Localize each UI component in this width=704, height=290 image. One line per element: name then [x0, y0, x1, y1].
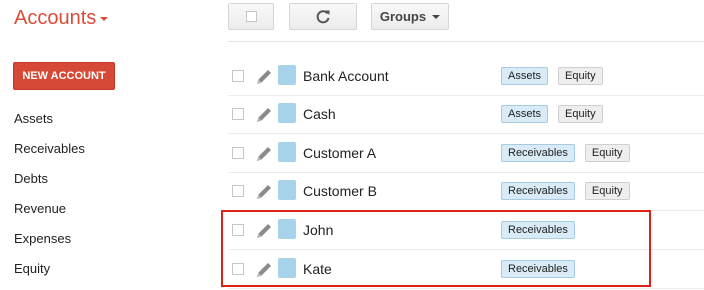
- caret-down-icon: [432, 14, 441, 19]
- tag-equity[interactable]: Equity: [558, 105, 603, 123]
- groups-label: Groups: [379, 9, 427, 24]
- sidebar-item-expenses[interactable]: Expenses: [14, 231, 71, 247]
- row-checkbox[interactable]: [232, 108, 244, 120]
- header-divider: [228, 41, 704, 42]
- row-checkbox[interactable]: [232, 70, 244, 82]
- tag-receivables[interactable]: Receivables: [501, 144, 575, 162]
- color-swatch: [278, 65, 296, 85]
- pencil-icon[interactable]: [254, 144, 274, 164]
- sidebar-item-equity[interactable]: Equity: [14, 261, 50, 277]
- sidebar-item-receivables[interactable]: Receivables: [14, 141, 85, 157]
- highlight-annotation-box: [221, 210, 651, 287]
- new-account-button[interactable]: NEW ACCOUNT: [13, 62, 115, 90]
- tag-assets[interactable]: Assets: [501, 67, 549, 85]
- color-swatch: [278, 180, 296, 200]
- app-title: Accounts: [14, 7, 97, 29]
- refresh-button[interactable]: [289, 3, 357, 30]
- tag-assets[interactable]: Assets: [501, 105, 549, 123]
- tag-equity[interactable]: Equity: [558, 67, 603, 85]
- color-swatch: [278, 142, 296, 162]
- account-row[interactable]: Customer B Receivables Equity: [228, 173, 704, 211]
- account-name[interactable]: Bank Account: [303, 68, 389, 84]
- pencil-icon[interactable]: [254, 182, 274, 202]
- account-name[interactable]: Cash: [303, 106, 336, 122]
- account-name[interactable]: Customer B: [303, 183, 377, 199]
- select-all-button[interactable]: [228, 3, 274, 30]
- pencil-icon[interactable]: [254, 105, 274, 125]
- caret-down-icon: [100, 17, 109, 21]
- account-row[interactable]: Cash Assets Equity: [228, 96, 704, 134]
- account-row[interactable]: Customer A Receivables Equity: [228, 135, 704, 173]
- sidebar-item-revenue[interactable]: Revenue: [14, 201, 66, 217]
- color-swatch: [278, 103, 296, 123]
- sidebar-item-debts[interactable]: Debts: [14, 171, 48, 187]
- tag-equity[interactable]: Equity: [584, 182, 630, 200]
- refresh-icon: [316, 9, 330, 23]
- tag-equity[interactable]: Equity: [584, 144, 630, 162]
- tag-receivables[interactable]: Receivables: [501, 182, 575, 200]
- row-checkbox[interactable]: [232, 147, 244, 159]
- app-title-dropdown[interactable]: Accounts: [14, 6, 109, 30]
- pencil-icon[interactable]: [254, 67, 274, 87]
- account-row[interactable]: Bank Account Assets Equity: [228, 58, 704, 96]
- groups-button[interactable]: Groups: [371, 3, 449, 30]
- account-name[interactable]: Customer A: [303, 145, 376, 161]
- row-checkbox[interactable]: [232, 185, 244, 197]
- checkbox-icon: [245, 11, 257, 22]
- sidebar-item-assets[interactable]: Assets: [14, 111, 53, 127]
